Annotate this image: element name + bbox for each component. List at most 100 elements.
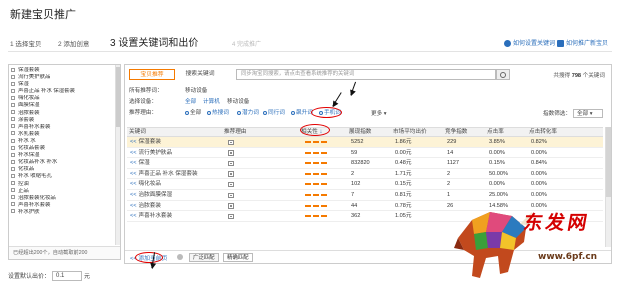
selected-keyword-item[interactable]: 保湿套装 [11,67,114,74]
impressions-cell: 2 [351,170,355,177]
selected-keyword-item[interactable]: 治脓套装 [11,110,114,117]
checkbox-icon[interactable] [11,124,15,129]
reason-option-all[interactable]: 全部 [185,109,201,117]
index-filter-select[interactable]: 全部 ▾ [573,109,603,118]
selected-keyword-label: 补水保湿 [18,152,40,159]
reason-option-hot[interactable]: 热搜词 [207,109,229,117]
keyword-cell[interactable]: << 流行美护肤品 [130,148,172,158]
checkbox-icon[interactable] [11,138,15,143]
checkbox-icon[interactable] [11,95,15,100]
selected-keyword-item[interactable]: 水乳套装 [11,131,114,138]
selected-keyword-item[interactable]: 补水 收缩毛孔 [11,173,114,180]
keyword-cell[interactable]: << 声喜补水套装 [130,211,172,221]
selected-keyword-item[interactable]: 涂套装 [11,117,114,124]
reason-icon [228,213,234,220]
selected-keyword-item[interactable]: 保湿 [11,81,114,88]
table-row[interactable]: << 嗨化妆品 102 0.15元 2 0.00% 0.00% [127,179,603,190]
ctr-cell: 3.85% [489,139,505,145]
keyword-search-input[interactable]: 同步淘宝同搜索，请点击查看系统推荐的关键词 [236,69,496,80]
search-button[interactable] [496,69,510,80]
default-bid-input[interactable]: 0.1 [52,271,83,282]
checkbox-icon[interactable] [11,74,15,79]
checkbox-icon[interactable] [11,188,15,193]
col-impressions[interactable]: 展现指数 [349,128,371,137]
add-keyword-link[interactable]: << [130,192,137,198]
relevance-bars [305,194,327,196]
add-keyword-link[interactable]: << [130,150,137,156]
selected-keyword-item[interactable]: 补水 水 [11,138,114,145]
selected-keyword-item[interactable]: 声喜补水套装 [11,202,114,209]
keyword-cell[interactable]: << 保湿套装 [130,137,161,147]
col-competition[interactable]: 竞争指数 [445,128,467,137]
reason-icon [228,150,234,156]
tab-search-keywords[interactable]: 搜索关键词 [177,69,223,80]
device-option-computer[interactable]: 计算机 [203,98,220,106]
keyword-cell[interactable]: << 保湿 [130,158,150,168]
add-keyword-link[interactable]: << [130,139,137,145]
selected-keyword-item[interactable]: 化妆品补水 补水 [11,159,114,166]
keyword-cell[interactable]: << 治脓面膜保湿 [130,190,172,200]
broad-match-button[interactable]: 广泛匹配 [189,253,219,262]
checkbox-icon[interactable] [11,181,15,186]
checkbox-icon[interactable] [11,202,15,207]
table-row[interactable]: << 声喜正品 补水 保湿套装 2 1.71元 2 50.00% 0.00% [127,169,603,180]
checkbox-icon[interactable] [11,209,15,214]
all-recommend-label: 所有推荐词： [129,88,163,94]
checkbox-icon[interactable] [11,166,15,171]
checkbox-icon[interactable] [11,103,15,108]
selected-keyword-label: 嗨化妆品 [18,95,40,102]
add-keyword-link[interactable]: << [130,171,137,177]
left-scrollbar[interactable] [115,65,120,245]
keyword-cell[interactable]: << 嗨化妆品 [130,179,161,189]
keyword-cell[interactable]: << 治脓套装 [130,201,161,211]
col-ctr[interactable]: 点击率 [487,128,504,137]
device-option-mobile[interactable]: 移动设备 [227,98,249,106]
checkbox-icon[interactable] [11,145,15,150]
selected-keyword-item[interactable]: 治脓套装化妆品 [11,195,114,202]
table-row[interactable]: << 流行美护肤品 59 0.00元 14 0.00% 0.00% [127,148,603,159]
how-promote-link[interactable]: 如何推广新宝贝 [557,38,608,47]
device-option-all[interactable]: 全部 [185,98,196,106]
more-filters-dropdown[interactable]: 更多 ▾ [371,109,387,117]
selected-keyword-item[interactable]: 控油 [11,181,114,188]
left-scrollbar-thumb[interactable] [116,67,120,127]
checkbox-icon[interactable] [11,117,15,122]
col-cvr[interactable]: 点击转化率 [529,128,557,137]
selected-keyword-item[interactable]: 声喜正品 补水 保湿套装 [11,88,114,95]
selected-keyword-item[interactable]: 流行美护肤品 [11,74,114,81]
checkbox-icon[interactable] [11,195,15,200]
avg-bid-cell: 1.86元 [395,139,412,145]
table-row[interactable]: << 保湿 832820 0.48元 1127 0.15% 0.84% [127,158,603,169]
keyword-cell[interactable]: << 声喜正品 补水 保湿套装 [130,169,198,179]
add-keyword-link[interactable]: << [130,160,137,166]
exact-match-button[interactable]: 精确匹配 [223,253,253,262]
selected-keyword-item[interactable]: 面膜保湿 [11,102,114,109]
checkbox-icon[interactable] [11,110,15,115]
checkbox-icon[interactable] [11,159,15,164]
add-keyword-link[interactable]: << [130,203,137,209]
checkbox-icon[interactable] [11,152,15,157]
add-keyword-link[interactable]: << [130,181,137,187]
selected-keyword-item[interactable]: 化妆品套装 [11,145,114,152]
checkbox-icon[interactable] [11,88,15,93]
reason-option-peer[interactable]: 同行词 [263,109,285,117]
selected-keyword-item[interactable]: 化妆品 [11,166,114,173]
selected-keyword-item[interactable]: 嗨化妆品 [11,95,114,102]
help-icon[interactable] [177,254,183,260]
checkbox-icon[interactable] [11,131,15,136]
checkbox-icon[interactable] [11,81,15,86]
selected-keyword-item[interactable]: 正品 [11,188,114,195]
how-set-keywords-link[interactable]: 如何设置关键词 [504,38,555,47]
add-keyword-link[interactable]: << [130,213,137,219]
table-scrollbar-thumb[interactable] [606,127,611,197]
checkbox-icon[interactable] [11,173,15,178]
selected-keyword-item[interactable]: 补水护肤 [11,209,114,216]
checkbox-icon[interactable] [11,67,15,72]
col-avg-bid[interactable]: 市场平均出价 [393,128,427,137]
selected-keyword-item[interactable]: 补水保湿 [11,152,114,159]
reason-option-soaring[interactable]: 飙升词 [291,109,313,117]
selected-keyword-item[interactable]: 声喜补水套装 [11,124,114,131]
table-row[interactable]: << 保湿套装 5252 1.86元 229 3.85% 0.82% [127,137,603,148]
reason-option-potential[interactable]: 潜力词 [237,109,259,117]
tab-recommend[interactable]: 宝贝推荐 [129,69,175,80]
